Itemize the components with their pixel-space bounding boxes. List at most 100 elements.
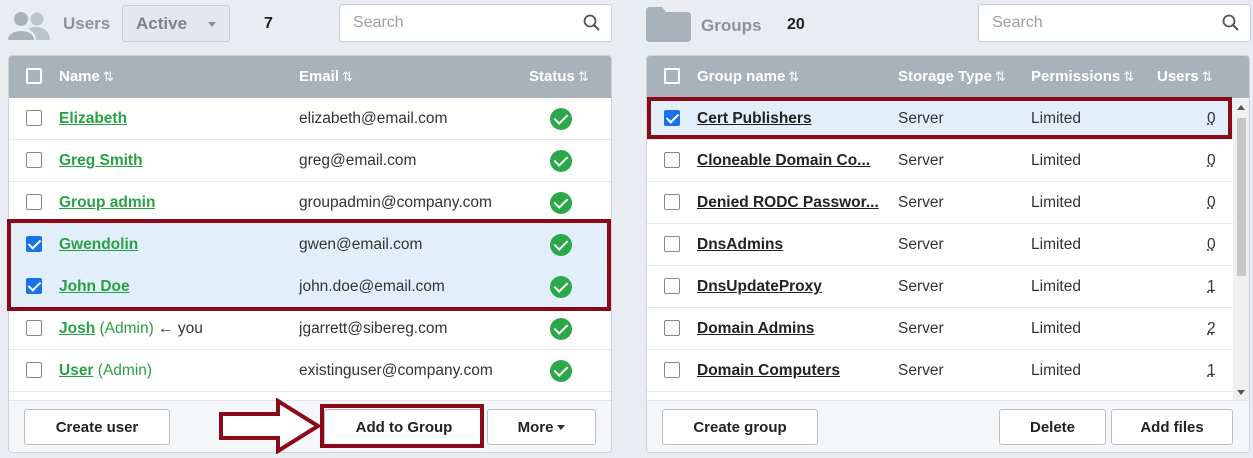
table-row[interactable]: Domain Computers Server Limited 1	[647, 350, 1233, 392]
user-name-link[interactable]: Gwendolin	[59, 236, 138, 253]
row-checkbox[interactable]	[664, 362, 680, 378]
row-checkbox[interactable]	[664, 236, 680, 252]
column-users[interactable]: Users ⇅	[1157, 68, 1213, 85]
group-name-link[interactable]: Domain Computers	[697, 362, 840, 379]
create-group-button[interactable]: Create group	[662, 409, 818, 445]
search-icon[interactable]	[1222, 14, 1240, 32]
arrow-right-icon	[219, 398, 322, 454]
users-search-input[interactable]	[340, 5, 611, 41]
sort-icon[interactable]: ⇅	[788, 69, 799, 84]
user-name-link[interactable]: Group admin	[59, 194, 155, 211]
table-row[interactable]: Denied RODC Passwor... Server Limited 0	[647, 182, 1233, 224]
user-name-link[interactable]: Elizabeth	[59, 110, 127, 127]
group-user-count[interactable]: 1	[1207, 278, 1216, 295]
sort-icon[interactable]: ⇅	[578, 69, 589, 84]
row-checkbox[interactable]	[26, 278, 42, 294]
group-name-link[interactable]: Cloneable Domain Co...	[697, 152, 870, 169]
user-email: john.doe@email.com	[299, 278, 445, 295]
scroll-down-icon[interactable]	[1237, 390, 1245, 395]
row-checkbox[interactable]	[26, 320, 42, 336]
row-checkbox[interactable]	[664, 278, 680, 294]
status-active-icon	[550, 318, 572, 340]
column-permissions[interactable]: Permissions ⇅	[1031, 68, 1134, 85]
search-icon[interactable]	[583, 14, 601, 32]
chevron-down-icon	[557, 424, 566, 430]
user-status-filter[interactable]: Active	[122, 5, 230, 42]
row-checkbox[interactable]	[26, 236, 42, 252]
groups-count: 20	[787, 16, 805, 33]
group-name-link[interactable]: Denied RODC Passwor...	[697, 194, 879, 211]
users-search[interactable]	[339, 4, 612, 42]
sort-icon[interactable]: ⇅	[342, 69, 353, 84]
select-all-groups-checkbox[interactable]	[664, 68, 680, 84]
group-name-link[interactable]: Domain Admins	[697, 320, 814, 337]
group-user-count[interactable]: 1	[1207, 362, 1216, 379]
table-row[interactable]: Gwendolin gwen@email.com	[9, 224, 611, 266]
add-files-button[interactable]: Add files	[1111, 409, 1233, 445]
sort-icon[interactable]: ⇅	[995, 69, 1006, 84]
chevron-down-icon	[208, 22, 216, 27]
groups-search-input[interactable]	[979, 5, 1250, 41]
users-panel: Name ⇅ Email ⇅ Status ⇅ Elizabeth elizabeth…	[8, 55, 612, 453]
group-user-count[interactable]: 0	[1207, 236, 1216, 253]
scroll-up-icon[interactable]	[1237, 105, 1245, 110]
column-storage-type[interactable]: Storage Type ⇅	[898, 68, 1006, 85]
column-name[interactable]: Name ⇅	[59, 68, 114, 85]
row-checkbox[interactable]	[664, 320, 680, 336]
current-user-marker: ← you	[158, 320, 203, 337]
row-checkbox[interactable]	[664, 152, 680, 168]
table-row[interactable]: DnsUpdateProxy Server Limited 1	[647, 266, 1233, 308]
table-row[interactable]: Josh (Admin) ← you jgarrett@sibereg.com	[9, 308, 611, 350]
sort-icon[interactable]: ⇅	[103, 69, 114, 84]
group-name-link[interactable]: DnsUpdateProxy	[697, 278, 822, 295]
group-storage-type: Server	[898, 110, 944, 127]
more-button[interactable]: More	[487, 409, 596, 445]
user-email: elizabeth@email.com	[299, 110, 448, 127]
sort-icon[interactable]: ⇅	[1202, 69, 1213, 84]
group-user-count[interactable]: 0	[1207, 194, 1216, 211]
delete-button[interactable]: Delete	[999, 409, 1106, 445]
group-storage-type: Server	[898, 278, 944, 295]
column-group-name[interactable]: Group name ⇅	[697, 68, 799, 85]
row-checkbox[interactable]	[26, 110, 42, 126]
table-row[interactable]: User (Admin) existinguser@company.com	[9, 350, 611, 392]
select-all-users-checkbox[interactable]	[26, 68, 42, 84]
user-name-link[interactable]: Josh	[59, 320, 95, 337]
table-row[interactable]: Domain Admins Server Limited 2	[647, 308, 1233, 350]
table-row[interactable]: Cloneable Domain Co... Server Limited 0	[647, 140, 1233, 182]
row-checkbox[interactable]	[664, 194, 680, 210]
groups-scrollbar[interactable]	[1233, 98, 1249, 402]
add-to-group-button[interactable]: Add to Group	[324, 409, 484, 445]
table-row[interactable]: Elizabeth elizabeth@email.com	[9, 98, 611, 140]
row-checkbox[interactable]	[26, 362, 42, 378]
users-toolbar: Users Active 7	[0, 0, 620, 48]
group-name-link[interactable]: Cert Publishers	[697, 110, 812, 127]
user-name-link[interactable]: User	[59, 362, 93, 379]
table-row[interactable]: Group admin groupadmin@company.com	[9, 182, 611, 224]
scrollbar-thumb[interactable]	[1237, 118, 1246, 276]
groups-search[interactable]	[978, 4, 1251, 42]
table-row[interactable]: DnsAdmins Server Limited 0	[647, 224, 1233, 266]
group-permissions: Limited	[1031, 194, 1081, 211]
row-checkbox[interactable]	[26, 152, 42, 168]
row-checkbox[interactable]	[664, 110, 680, 126]
table-row[interactable]: Cert Publishers Server Limited 0	[647, 98, 1233, 140]
user-email: greg@email.com	[299, 152, 417, 169]
group-user-count[interactable]: 2	[1207, 320, 1216, 337]
user-name-link[interactable]: John Doe	[59, 278, 130, 295]
user-name-link[interactable]: Greg Smith	[59, 152, 143, 169]
table-row[interactable]: John Doe john.doe@email.com	[9, 266, 611, 308]
column-status[interactable]: Status ⇅	[529, 68, 589, 85]
user-email: jgarrett@sibereg.com	[299, 320, 448, 337]
group-user-count[interactable]: 0	[1207, 110, 1216, 127]
group-user-count[interactable]: 0	[1207, 152, 1216, 169]
group-storage-type: Server	[898, 362, 944, 379]
group-name-link[interactable]: DnsAdmins	[697, 236, 783, 253]
column-email[interactable]: Email ⇅	[299, 68, 353, 85]
table-row[interactable]: Greg Smith greg@email.com	[9, 140, 611, 182]
sort-icon[interactable]: ⇅	[1123, 69, 1134, 84]
admin-tag: (Admin)	[97, 362, 153, 379]
status-active-icon	[550, 234, 572, 256]
create-user-button[interactable]: Create user	[24, 409, 170, 445]
row-checkbox[interactable]	[26, 194, 42, 210]
